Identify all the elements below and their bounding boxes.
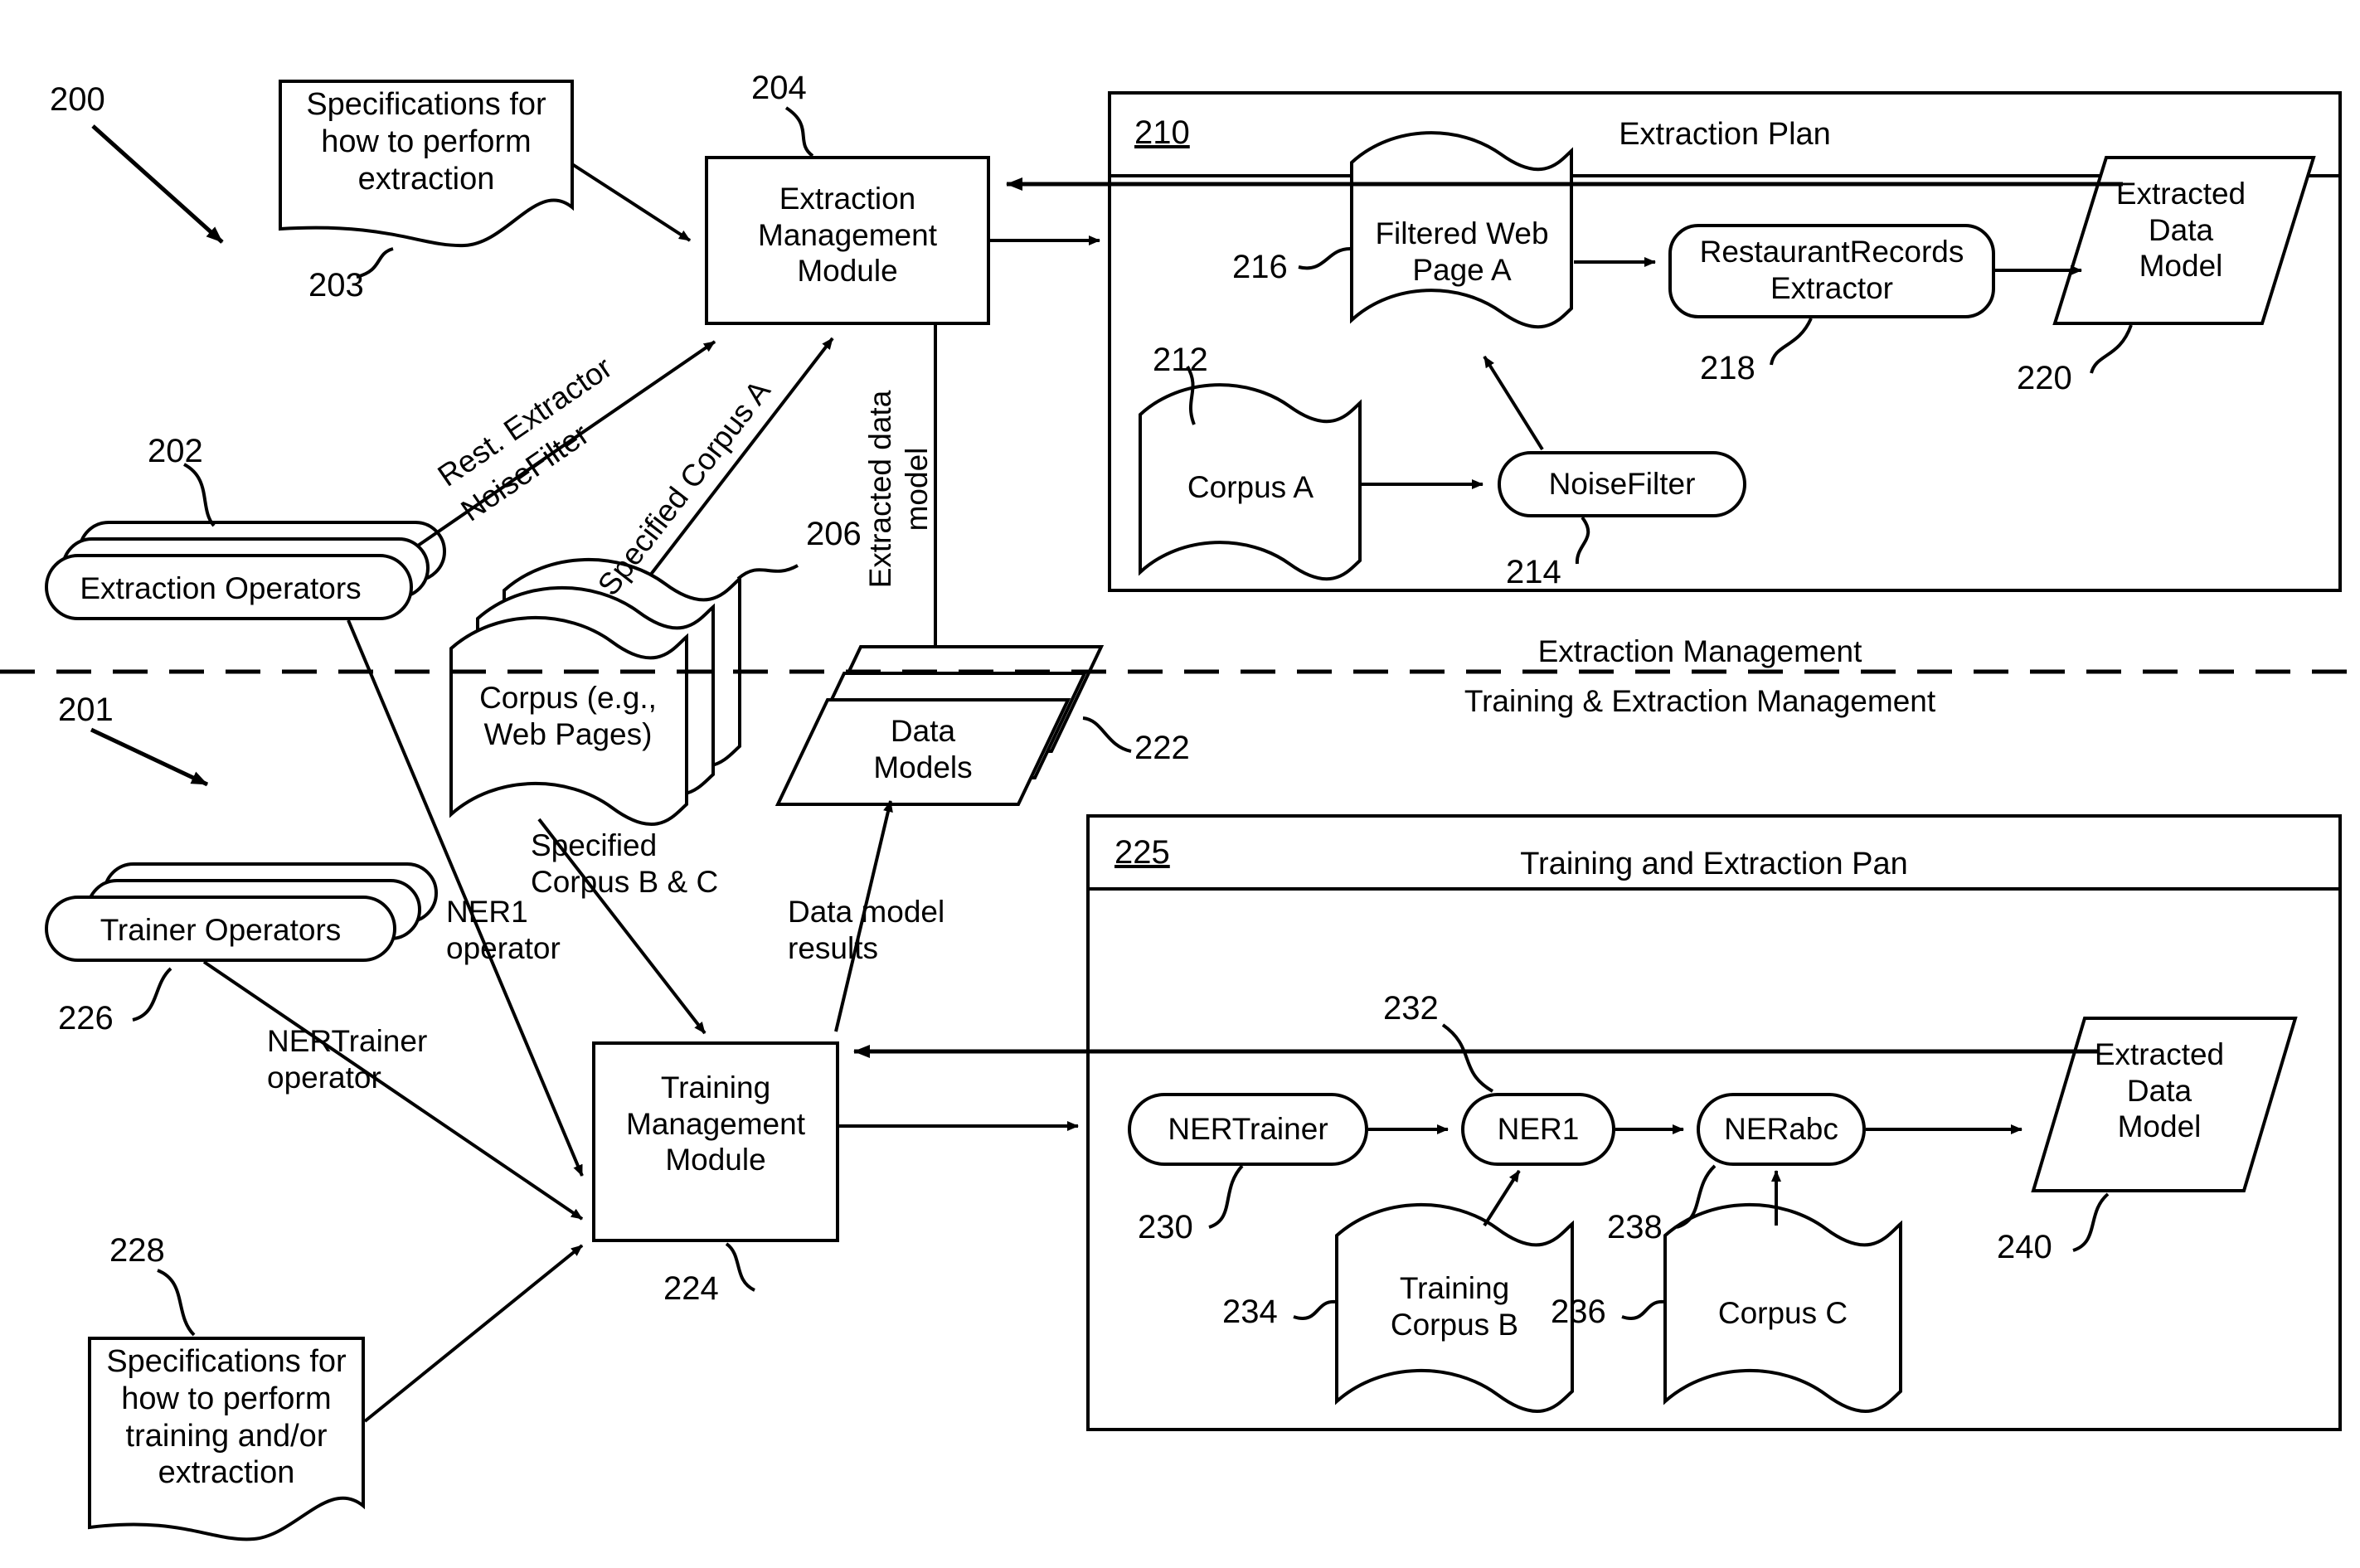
ref-230: 230	[1138, 1209, 1193, 1245]
nerabc-label: NERabc	[1724, 1112, 1838, 1146]
ref-200: 200	[50, 81, 105, 118]
leader-226	[132, 967, 172, 1022]
ref-216: 216	[1232, 249, 1288, 285]
leader-206	[736, 564, 799, 580]
ref-222: 222	[1134, 730, 1190, 766]
spec-training-label: Specifications for how to perform traini…	[106, 1344, 347, 1491]
spec-extraction-label: Specifications for how to perform extrac…	[306, 87, 546, 197]
leader-216	[1298, 247, 1351, 270]
leader-230	[1208, 1164, 1244, 1229]
training-extraction-plan-title: Training and Extraction Pan	[1520, 847, 1908, 881]
leader-232	[1441, 1023, 1493, 1093]
leader-236	[1621, 1299, 1664, 1320]
edge-trainingcorpusb-to-ner1	[1483, 1169, 1521, 1227]
ref-224: 224	[663, 1270, 719, 1307]
ner1-label: NER1	[1497, 1112, 1580, 1146]
noise-filter-label: NoiseFilter	[1548, 467, 1696, 501]
divider-label-below: Training & Extraction Management	[1464, 684, 1936, 718]
ref-214: 214	[1506, 554, 1561, 590]
ref-240: 240	[1997, 1229, 2052, 1265]
leader-224	[725, 1242, 755, 1292]
diagram-canvas	[0, 80, 2360, 1541]
data-models-label: Data Models	[873, 714, 973, 784]
ref-234: 234	[1222, 1294, 1278, 1330]
ref-201: 201	[58, 692, 114, 728]
arrow-201	[90, 727, 209, 787]
training-management-module-label: Training Management Module	[626, 1070, 805, 1177]
ref-226: 226	[58, 1000, 114, 1036]
filtered-web-page-a-label: Filtered Web Page A	[1375, 216, 1549, 287]
edge-spec228-to-tmm	[363, 1244, 584, 1423]
arrow-200	[91, 124, 224, 244]
extraction-plan-title: Extraction Plan	[1619, 117, 1831, 152]
leader-214	[1575, 516, 1590, 565]
edge-label-ner1-operator: NER1 operator	[446, 895, 561, 965]
ref-218: 218	[1700, 350, 1755, 386]
edge-label-nertrainer-operator: NERTrainer operator	[267, 1024, 428, 1095]
leader-218	[1770, 318, 1813, 366]
ref-204: 204	[751, 70, 807, 106]
corpus-c-label: Corpus C	[1717, 1296, 1848, 1330]
ref-238: 238	[1607, 1209, 1663, 1245]
leader-202	[183, 463, 216, 527]
edge-label-specified-corpus-bc: Specified Corpus B & C	[531, 828, 719, 899]
edge-label-extracted-data-model-vertical: Extracted data model	[863, 390, 934, 589]
leader-234	[1293, 1299, 1336, 1320]
ref-232: 232	[1383, 990, 1439, 1027]
leader-240	[2072, 1192, 2110, 1252]
leader-204	[784, 106, 814, 158]
extracted-data-model-top-label: Extracted Data Model	[2115, 177, 2246, 284]
extraction-management-module-label: Extraction Management Module	[758, 182, 937, 289]
leader-220	[2090, 324, 2133, 374]
restaurant-records-extractor-label: RestaurantRecords Extractor	[1699, 235, 1964, 305]
edge-noisefilter-to-filteredpage	[1483, 355, 1544, 451]
divider-label-above: Extraction Management	[1537, 634, 1862, 668]
ref-206: 206	[806, 516, 862, 552]
extracted-data-model-bottom-label: Extracted Data Model	[2094, 1037, 2225, 1144]
ref-228: 228	[109, 1232, 165, 1269]
trainer-operators-label: Trainer Operators	[100, 913, 342, 947]
training-corpus-b-label: Training Corpus B	[1390, 1271, 1519, 1342]
leader-222	[1082, 716, 1132, 753]
leader-228	[157, 1269, 196, 1337]
extraction-operators-label: Extraction Operators	[80, 571, 362, 605]
corpus-a-label: Corpus A	[1187, 470, 1314, 504]
ref-220: 220	[2017, 360, 2072, 396]
corpus-stack-label: Corpus (e.g., Web Pages)	[479, 681, 657, 751]
ref-203: 203	[308, 267, 364, 303]
ref-202: 202	[148, 433, 203, 469]
ref-212: 212	[1153, 342, 1208, 378]
patent-figure: 200 203 204 210 216 212 214 218 220 202 …	[0, 0, 2360, 1568]
nertrainer-label: NERTrainer	[1168, 1112, 1328, 1146]
edge-spec203-to-emm	[571, 163, 692, 242]
edge-label-data-model-results: Data model results	[788, 895, 945, 965]
